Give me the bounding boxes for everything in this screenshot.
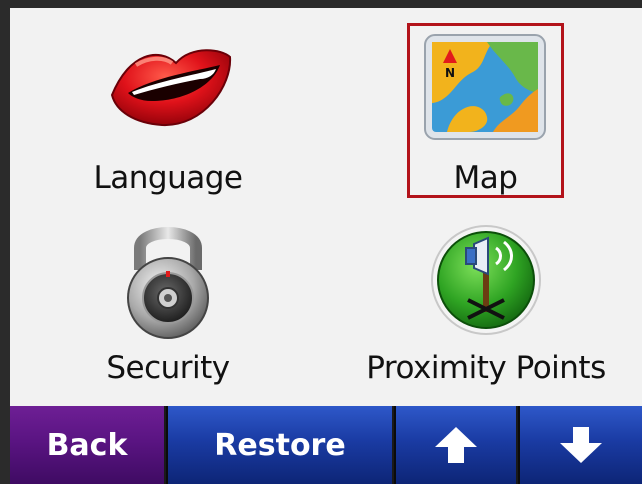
lips-icon [110, 49, 232, 127]
proximity-points-tile[interactable]: Proximity Points [366, 218, 606, 398]
scroll-up-button[interactable] [396, 406, 518, 484]
device-frame: Language N Map Security Proximity Points… [0, 0, 642, 484]
arrow-down-icon [560, 427, 602, 463]
proximity-points-label: Proximity Points [366, 350, 606, 386]
arrow-up-icon [435, 427, 477, 463]
proximity-speaker-icon [431, 225, 541, 335]
security-tile[interactable]: Security [88, 218, 248, 398]
back-button-label: Back [46, 427, 128, 463]
language-tile[interactable]: Language [88, 30, 248, 210]
back-button[interactable]: Back [10, 406, 166, 484]
language-label: Language [93, 160, 244, 196]
padlock-icon [127, 227, 209, 339]
selection-outline [407, 23, 564, 198]
security-label: Security [106, 350, 230, 386]
restore-button[interactable]: Restore [168, 406, 394, 484]
scroll-down-button[interactable] [520, 406, 642, 484]
bottom-toolbar: Back Restore [10, 406, 642, 484]
settings-panel: Language N Map Security Proximity Points [10, 8, 642, 406]
restore-button-label: Restore [214, 427, 346, 463]
